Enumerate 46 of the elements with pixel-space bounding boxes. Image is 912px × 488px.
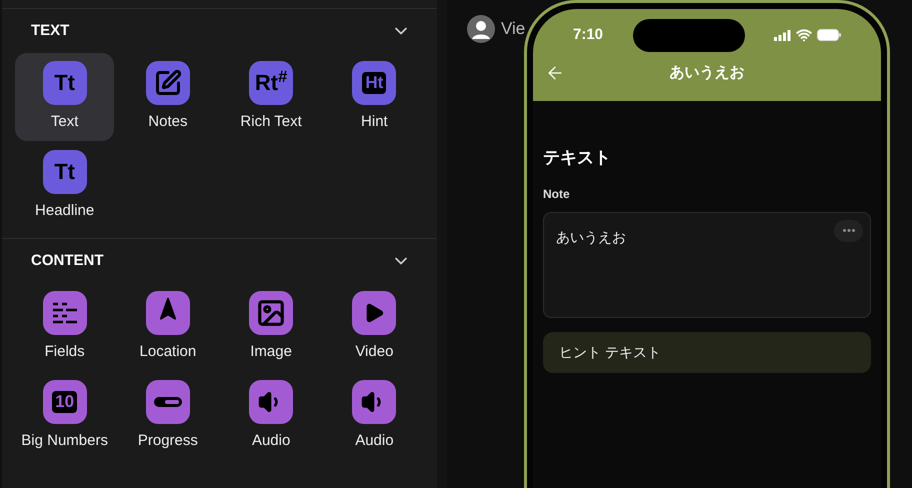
note-field[interactable]: あいうえお bbox=[543, 212, 871, 318]
boxed-icon: 10 bbox=[42, 380, 87, 424]
tile-label: Audio bbox=[252, 431, 290, 451]
tile-label: Rich Text bbox=[240, 112, 302, 132]
component-tile[interactable]: 10 Big Numbers bbox=[15, 372, 114, 460]
tile-label: Hint bbox=[361, 112, 388, 132]
viewer-label[interactable]: Vie bbox=[501, 16, 526, 42]
tile-label: Notes bbox=[148, 112, 188, 132]
component-tile[interactable]: Video bbox=[324, 283, 424, 371]
section-title: CONTENT bbox=[31, 250, 104, 271]
component-tile[interactable]: Progress bbox=[118, 372, 218, 460]
screen-title: あいうえお bbox=[670, 62, 744, 83]
status-time: 7:10 bbox=[573, 24, 604, 45]
component-tile[interactable]: Audio bbox=[324, 372, 424, 460]
signal-icon bbox=[774, 30, 791, 40]
field-label: Note bbox=[543, 186, 571, 202]
more-icon bbox=[842, 229, 854, 232]
component-tile[interactable]: Image bbox=[222, 283, 321, 371]
tile-label: Video bbox=[355, 342, 394, 362]
component-tile[interactable]: Rt$^{#}$ Rich Text bbox=[222, 53, 321, 141]
tile-label: Big Numbers bbox=[21, 431, 108, 451]
glyph-icon: Tt bbox=[42, 61, 87, 105]
wifi-icon bbox=[796, 27, 812, 43]
component-tile[interactable]: Audio bbox=[222, 372, 321, 460]
tile-label: Location bbox=[140, 342, 196, 362]
component-tile[interactable]: Location bbox=[118, 283, 218, 371]
avatar-icon bbox=[467, 15, 495, 43]
tile-label: Headline bbox=[35, 201, 94, 221]
hint-box: ヒント テキスト bbox=[543, 332, 871, 372]
glyph-icon: Rt$^{#}$ bbox=[249, 61, 294, 105]
tile-label: Image bbox=[250, 342, 292, 362]
tile-label: Audio bbox=[355, 431, 394, 451]
section-title: TEXT bbox=[31, 20, 70, 41]
component-tile[interactable]: Fields bbox=[15, 283, 114, 371]
boxed-icon: Ht bbox=[352, 61, 396, 105]
tile-label: Text bbox=[50, 112, 78, 132]
component-tile[interactable]: Tt Text bbox=[15, 53, 114, 141]
more-button[interactable] bbox=[834, 220, 863, 242]
tile-label: Progress bbox=[138, 431, 198, 451]
tile-label: Fields bbox=[44, 342, 85, 362]
battery-icon bbox=[817, 29, 841, 41]
component-tile[interactable]: Ht Hint bbox=[324, 53, 424, 141]
component-tile[interactable]: Notes bbox=[118, 53, 218, 141]
component-tile[interactable]: Tt Headline bbox=[15, 142, 114, 230]
section-heading: テキスト bbox=[543, 147, 612, 169]
glyph-icon: Tt bbox=[42, 150, 87, 194]
